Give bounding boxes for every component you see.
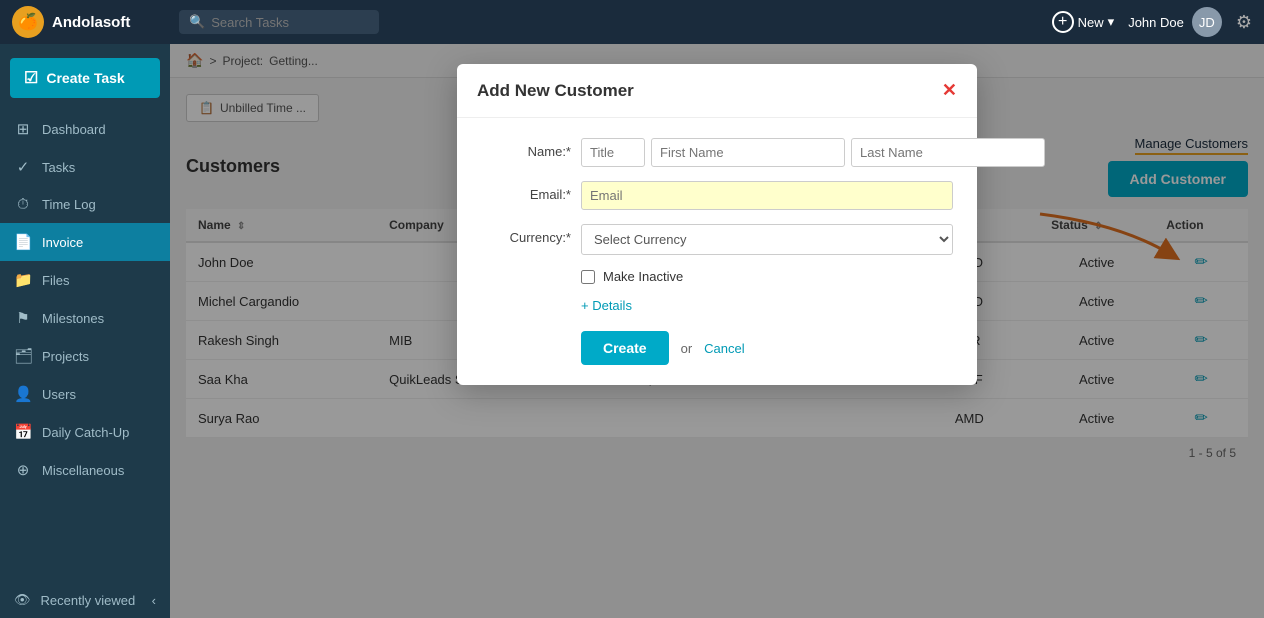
modal-title: Add New Customer <box>477 81 634 101</box>
tasks-icon: ✓ <box>14 158 32 176</box>
misc-icon: ⊕ <box>14 461 32 479</box>
main-layout: ☑ Create Task ⊞ Dashboard ✓ Tasks ⏱ Time… <box>0 44 1264 618</box>
dailycatchup-icon: 📅 <box>14 423 32 441</box>
collapse-icon: ‹ <box>152 593 156 608</box>
sidebar-item-invoice[interactable]: 📄 Invoice <box>0 223 170 261</box>
make-inactive-label: Make Inactive <box>603 269 683 284</box>
timelog-icon: ⏱ <box>14 196 32 213</box>
files-icon: 📁 <box>14 271 32 289</box>
currency-row: Currency:* Select Currency USD AUD INR C… <box>481 224 953 255</box>
sidebar: ☑ Create Task ⊞ Dashboard ✓ Tasks ⏱ Time… <box>0 44 170 618</box>
sidebar-footer: 👁 Recently viewed ‹ <box>0 582 170 618</box>
gear-icon[interactable]: ⚙ <box>1236 12 1252 33</box>
email-inputs <box>581 181 953 210</box>
search-input[interactable] <box>211 15 351 30</box>
create-button[interactable]: Create <box>581 331 669 365</box>
currency-inputs: Select Currency USD AUD INR CHF AMD EUR … <box>581 224 953 255</box>
create-task-icon: ☑ <box>24 68 38 88</box>
sidebar-item-files[interactable]: 📁 Files <box>0 261 170 299</box>
details-link[interactable]: + Details <box>581 298 953 313</box>
make-inactive-checkbox[interactable] <box>581 270 595 284</box>
sidebar-item-users[interactable]: 👤 Users <box>0 375 170 413</box>
email-label: Email:* <box>481 181 571 202</box>
sidebar-item-miscellaneous[interactable]: ⊕ Miscellaneous <box>0 451 170 489</box>
search-bar[interactable]: 🔍 <box>179 10 379 34</box>
currency-select[interactable]: Select Currency USD AUD INR CHF AMD EUR … <box>581 224 953 255</box>
top-nav: 🍊 Andolasoft 🔍 + New ▾ John Doe JD ⚙ <box>0 0 1264 44</box>
name-row: Name:* <box>481 138 953 167</box>
lastname-input[interactable] <box>851 138 1045 167</box>
sidebar-item-projects[interactable]: 🗂 Projects <box>0 337 170 375</box>
name-label: Name:* <box>481 138 571 159</box>
new-button-circle: + <box>1052 11 1074 33</box>
form-actions: Create or Cancel <box>581 331 953 365</box>
sidebar-item-dashboard[interactable]: ⊞ Dashboard <box>0 110 170 148</box>
new-button[interactable]: + New ▾ <box>1052 11 1115 33</box>
close-icon[interactable]: ✕ <box>942 80 957 101</box>
milestones-icon: ⚑ <box>14 309 32 327</box>
app-name: Andolasoft <box>52 14 130 31</box>
modal-body: Name:* Email:* <box>457 118 977 385</box>
user-area: John Doe JD <box>1128 7 1222 37</box>
currency-label: Currency:* <box>481 224 571 245</box>
sidebar-item-milestones[interactable]: ⚑ Milestones <box>0 299 170 337</box>
sidebar-item-timelog[interactable]: ⏱ Time Log <box>0 186 170 223</box>
recently-viewed[interactable]: 👁 Recently viewed ‹ <box>0 582 170 618</box>
eye-icon: 👁 <box>14 592 31 608</box>
users-icon: 👤 <box>14 385 32 403</box>
app-logo: 🍊 <box>12 6 44 38</box>
invoice-icon: 📄 <box>14 233 32 251</box>
modal-overlay[interactable]: Add New Customer ✕ Name:* <box>170 44 1264 618</box>
avatar: JD <box>1192 7 1222 37</box>
dashboard-icon: ⊞ <box>14 120 32 138</box>
modal-header: Add New Customer ✕ <box>457 64 977 118</box>
name-inputs <box>581 138 1045 167</box>
firstname-input[interactable] <box>651 138 845 167</box>
email-row: Email:* <box>481 181 953 210</box>
cancel-link[interactable]: Cancel <box>704 341 744 356</box>
sidebar-item-dailycatchup[interactable]: 📅 Daily Catch-Up <box>0 413 170 451</box>
projects-icon: 🗂 <box>14 347 32 365</box>
main-content: 🏠 > Project: Getting... 📋 Unbilled Time … <box>170 44 1264 618</box>
sidebar-item-tasks[interactable]: ✓ Tasks <box>0 148 170 186</box>
title-input[interactable] <box>581 138 645 167</box>
top-right-area: + New ▾ John Doe JD ⚙ <box>1052 7 1252 37</box>
or-text: or <box>681 341 693 356</box>
add-customer-modal: Add New Customer ✕ Name:* <box>457 64 977 385</box>
email-input[interactable] <box>581 181 953 210</box>
chevron-down-icon: ▾ <box>1108 14 1115 30</box>
create-task-button[interactable]: ☑ Create Task <box>10 58 160 98</box>
make-inactive-row: Make Inactive <box>581 269 953 284</box>
logo-area: 🍊 Andolasoft <box>12 6 167 38</box>
search-icon: 🔍 <box>189 14 205 30</box>
